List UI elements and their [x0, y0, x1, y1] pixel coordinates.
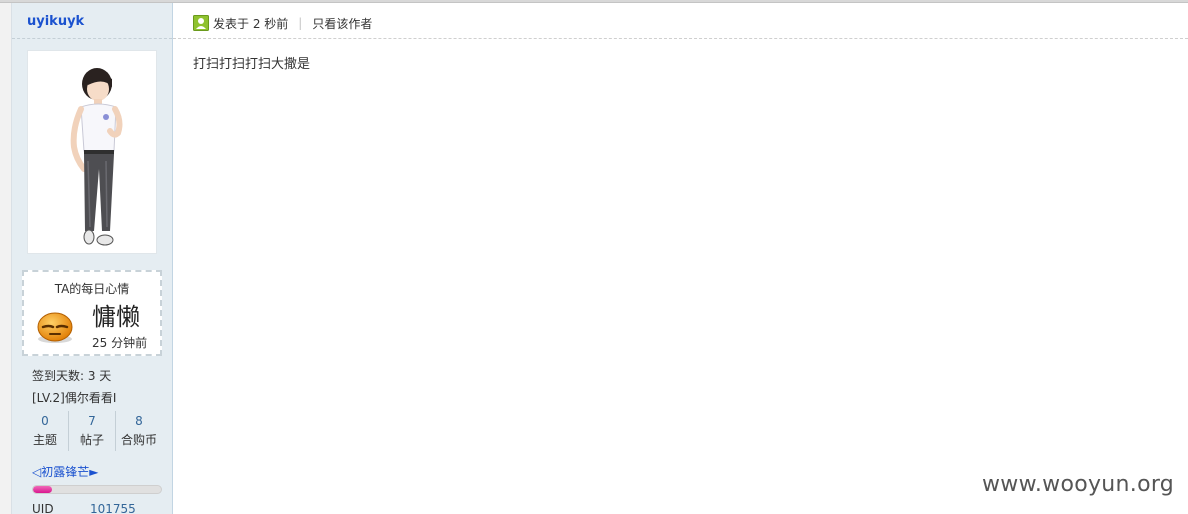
stat-number[interactable]: 7 [69, 414, 115, 428]
post-divider [173, 38, 1188, 39]
stat-label: 帖子 [79, 433, 104, 447]
post-time: 发表于 2 秒前 [213, 16, 289, 31]
mood-time: 25 分钟前 [92, 336, 148, 350]
divider [12, 38, 172, 39]
left-gutter [0, 3, 12, 514]
stat-number[interactable]: 0 [22, 414, 68, 428]
stat-label: 合购币 [120, 433, 157, 447]
mood-title: TA的每日心情 [54, 282, 130, 296]
level-progress-bar [32, 485, 162, 494]
author-sidebar: uyikuyk TA的每日心情 慵懒 25 分钟前 签到天数: 3 天 [LV.… [12, 3, 173, 514]
watermark: www.wooyun.org [982, 472, 1175, 497]
stat-label: 主题 [32, 433, 57, 447]
stat-number[interactable]: 8 [116, 414, 162, 428]
mood-word: 慵懒 [92, 303, 140, 331]
user-stats: 0 主题 7 帖子 8 合购币 [22, 411, 162, 451]
window-top-border [0, 0, 1188, 3]
stat-topics[interactable]: 0 主题 [22, 411, 68, 451]
avatar-figure-icon [70, 68, 123, 246]
user-level[interactable]: [LV.2]偶尔看看I [32, 389, 116, 406]
stat-posts[interactable]: 7 帖子 [68, 411, 115, 451]
online-user-icon [193, 15, 209, 31]
uid-label: UID [32, 502, 54, 514]
author-username-link[interactable]: uyikuyk [27, 14, 84, 29]
lazy-face-icon [37, 312, 73, 343]
separator: | [298, 16, 303, 30]
daily-mood-card: TA的每日心情 慵懒 25 分钟前 [22, 270, 162, 356]
stat-coins[interactable]: 8 合购币 [115, 411, 162, 451]
only-author-link[interactable]: 只看该作者 [312, 15, 372, 32]
checkin-days: 签到天数: 3 天 [32, 369, 112, 383]
level-progress-fill [33, 486, 53, 493]
medal-link[interactable]: ◁初露锋芒► [32, 463, 98, 480]
post-content: 打扫打扫打扫大撒是 [193, 57, 311, 72]
avatar[interactable] [27, 50, 157, 254]
uid-value[interactable]: 101755 [90, 502, 136, 514]
post-meta: 发表于 2 秒前 | 只看该作者 [193, 14, 372, 32]
